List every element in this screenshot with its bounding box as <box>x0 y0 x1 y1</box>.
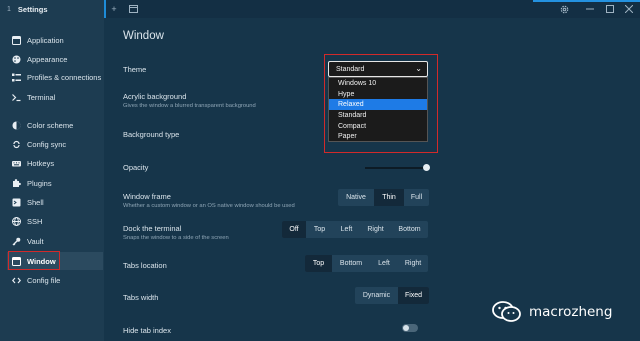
sidebar-item-appearance[interactable]: Appearance <box>7 50 103 68</box>
hide-tab-index-toggle[interactable] <box>402 324 418 332</box>
sidebar-item-label: SSH <box>27 216 43 226</box>
dock-top[interactable]: Top <box>306 221 333 238</box>
tabs-location-top[interactable]: Top <box>305 255 332 272</box>
dock-off[interactable]: Off <box>282 221 306 238</box>
window-frame-native[interactable]: Native <box>338 189 374 206</box>
title-bar: + <box>104 0 640 18</box>
tabs-location-right[interactable]: Right <box>398 255 428 272</box>
dock-desc: Snaps the window to a side of the screen <box>123 235 229 241</box>
watermark-text: macrozheng <box>529 304 613 320</box>
acrylic-label: Acrylic background <box>123 92 187 101</box>
window-frame-label: Window frame <box>123 192 171 201</box>
dock-label: Dock the terminal <box>123 224 182 233</box>
sidebar-item-config-file[interactable]: Config file <box>7 271 103 289</box>
dock-left[interactable]: Left <box>333 221 360 238</box>
sidebar-item-label: Config sync <box>27 139 67 149</box>
sidebar-item-label: Hotkeys <box>27 158 55 168</box>
sidebar-item-shell[interactable]: Shell <box>7 193 103 211</box>
key-icon <box>12 237 21 246</box>
settings-panel: Window Theme Acrylic background Gives th… <box>104 18 640 341</box>
palette-icon <box>12 55 21 64</box>
tabs-location-label: Tabs location <box>123 261 167 270</box>
sidebar-item-label: Vault <box>27 236 44 246</box>
sidebar-item-label: Shell <box>27 197 44 207</box>
globe-icon <box>12 216 21 226</box>
sidebar-item-color-scheme[interactable]: Color scheme <box>7 116 103 134</box>
code-icon <box>12 276 21 285</box>
dock-bottom[interactable]: Bottom <box>391 221 428 238</box>
color-icon <box>12 121 21 130</box>
watermark: macrozheng <box>492 300 640 324</box>
hide-tab-index-label: Hide tab index <box>123 326 171 335</box>
window-frame-thin[interactable]: Thin <box>374 189 404 206</box>
tab-icon[interactable] <box>126 3 140 15</box>
maximize-icon[interactable] <box>603 3 617 15</box>
window-icon <box>12 35 21 45</box>
sidebar-item-label: Application <box>27 35 64 45</box>
sidebar-item-application[interactable]: Application <box>7 31 103 49</box>
opacity-slider-track[interactable] <box>365 167 427 169</box>
shell-icon <box>12 198 21 207</box>
sidebar-item-vault[interactable]: Vault <box>7 232 103 250</box>
tabs-location-left[interactable]: Left <box>370 255 398 272</box>
theme-label: Theme <box>123 65 147 74</box>
tabs-width-dynamic[interactable]: Dynamic <box>355 287 398 304</box>
minimize-icon[interactable] <box>583 3 597 15</box>
background-type-label: Background type <box>123 130 180 139</box>
sidebar-item-label: Terminal <box>27 92 56 102</box>
window-frame-desc: Whether a custom window or an OS native … <box>123 203 295 209</box>
window-frame-full[interactable]: Full <box>404 189 429 206</box>
page-title: Window <box>123 30 164 42</box>
active-tab-indicator <box>104 0 106 18</box>
gear-icon[interactable] <box>557 3 571 15</box>
sidebar-item-terminal[interactable]: Terminal <box>7 88 103 106</box>
keyboard-icon <box>12 159 21 168</box>
sidebar-item-label: Profiles & connections <box>27 72 102 82</box>
highlight-box-window <box>8 251 60 270</box>
tabs-width-label: Tabs width <box>123 293 159 302</box>
app-title-label: Settings <box>17 4 48 14</box>
sidebar: 1 Settings Application Appearance Profil… <box>0 0 104 341</box>
wechat-logo-icon <box>492 301 522 323</box>
sidebar-item-label: Config file <box>27 275 61 285</box>
sidebar-item-profiles[interactable]: Profiles & connections <box>7 68 103 86</box>
sidebar-item-label: Plugins <box>27 178 52 188</box>
tabs-width-fixed[interactable]: Fixed <box>398 287 429 304</box>
sidebar-item-label: Color scheme <box>27 120 74 130</box>
terminal-icon <box>12 93 21 102</box>
app-title: 1 Settings <box>0 0 104 18</box>
plus-icon[interactable]: + <box>107 3 121 15</box>
acrylic-desc: Gives the window a blurred transparent b… <box>123 103 256 109</box>
tab-number: 1 <box>7 5 11 13</box>
dock-right[interactable]: Right <box>360 221 391 238</box>
tabs-location-bottom[interactable]: Bottom <box>332 255 370 272</box>
opacity-slider-thumb[interactable] <box>423 164 430 171</box>
toggle-knob <box>403 325 409 331</box>
sidebar-item-config-sync[interactable]: Config sync <box>7 135 103 153</box>
opacity-label: Opacity <box>123 163 149 172</box>
sidebar-item-plugins[interactable]: Plugins <box>7 174 103 192</box>
window-frame-selector: Native Thin Full <box>338 189 429 206</box>
sidebar-item-ssh[interactable]: SSH <box>7 212 103 230</box>
tabs-width-selector: Dynamic Fixed <box>355 287 429 304</box>
highlight-box-dropdown <box>324 54 438 153</box>
sidebar-item-label: Appearance <box>27 54 68 64</box>
accent-line <box>533 0 640 2</box>
sync-icon <box>12 140 21 149</box>
close-icon[interactable] <box>622 3 636 15</box>
sidebar-item-hotkeys[interactable]: Hotkeys <box>7 154 103 172</box>
tabs-location-selector: Top Bottom Left Right <box>305 255 428 272</box>
dock-selector: Off Top Left Right Bottom <box>282 221 428 238</box>
list-icon <box>12 73 21 82</box>
puzzle-icon <box>12 178 21 188</box>
